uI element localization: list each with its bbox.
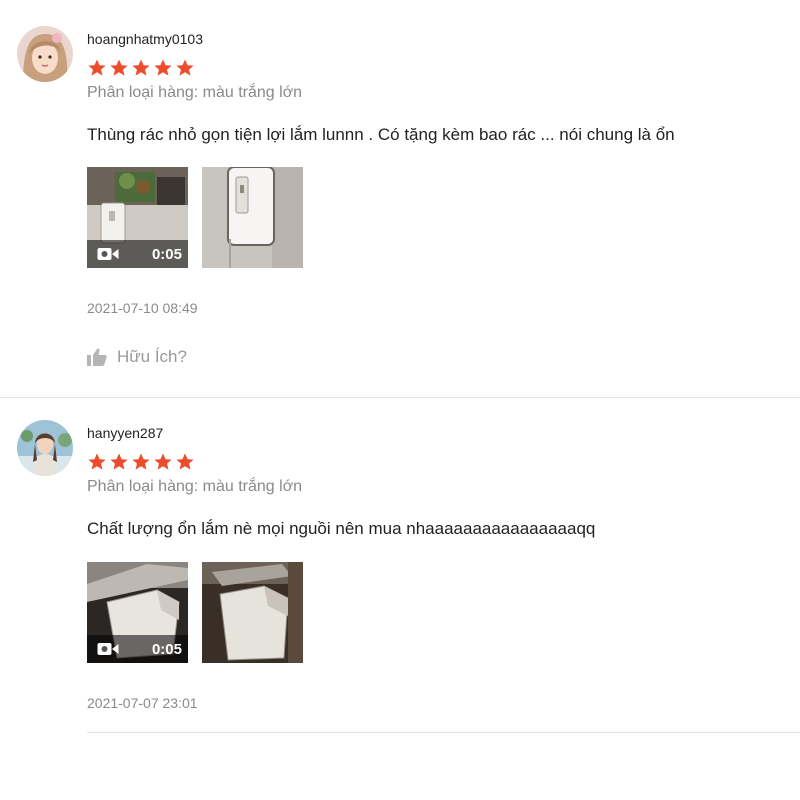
star-icon [132, 59, 150, 76]
rating-stars [87, 58, 195, 78]
review-image-thumbnail[interactable] [202, 562, 303, 663]
star-icon [88, 453, 106, 470]
review-divider [87, 732, 800, 733]
review-media: 0:05 [87, 562, 303, 663]
star-icon [110, 453, 128, 470]
video-overlay: 0:05 [87, 635, 188, 663]
video-duration: 0:05 [151, 640, 182, 658]
rating-stars [87, 452, 195, 472]
review-photo [202, 167, 303, 268]
review-media: 0:05 [87, 167, 303, 268]
avatar[interactable] [17, 420, 73, 476]
avatar-photo [17, 26, 73, 82]
review-video-thumbnail[interactable]: 0:05 [87, 167, 188, 268]
product-variation: Phân loại hàng: màu trắng lớn [87, 84, 303, 101]
star-icon [154, 59, 172, 76]
helpful-label: Hữu Ích? [117, 347, 187, 366]
avatar-photo [17, 420, 73, 476]
thumb-up-icon [87, 348, 107, 366]
video-overlay: 0:05 [87, 240, 188, 268]
video-duration: 0:05 [151, 245, 182, 263]
review-username[interactable]: hanyyen287 [87, 425, 163, 441]
star-icon [176, 453, 194, 470]
product-variation: Phân loại hàng: màu trắng lớn [87, 478, 303, 495]
video-camera-icon [97, 643, 119, 655]
star-icon [110, 59, 128, 76]
review-comment: Thùng rác nhỏ gọn tiện lợi lắm lunnn . C… [87, 125, 675, 144]
review-username[interactable]: hoangnhatmy0103 [87, 31, 203, 47]
product-reviews-list: hoangnhatmy0103 Phân loại hàng: màu trắn… [0, 0, 800, 800]
review-item: hanyyen287 Phân loại hàng: màu trắng lớn… [0, 398, 800, 738]
review-video-thumbnail[interactable]: 0:05 [87, 562, 188, 663]
review-image-thumbnail[interactable] [202, 167, 303, 268]
video-camera-icon [97, 248, 119, 260]
helpful-button[interactable]: Hữu Ích? [87, 347, 187, 367]
star-icon [88, 59, 106, 76]
review-comment: Chất lượng ổn lắm nè mọi nguồi nên mua n… [87, 519, 596, 538]
review-timestamp: 2021-07-07 23:01 [87, 695, 198, 711]
star-icon [154, 453, 172, 470]
star-icon [176, 59, 194, 76]
review-photo [202, 562, 303, 663]
review-item: hoangnhatmy0103 Phân loại hàng: màu trắn… [0, 0, 800, 398]
star-icon [132, 453, 150, 470]
avatar[interactable] [17, 26, 73, 82]
review-timestamp: 2021-07-10 08:49 [87, 300, 198, 316]
